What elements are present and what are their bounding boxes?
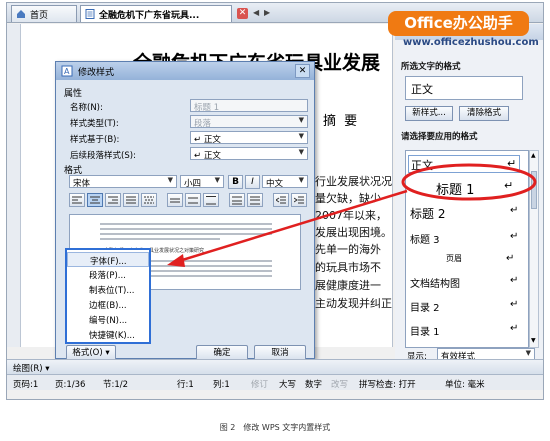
status-unit: 单位: 毫米 (445, 380, 485, 390)
status-spellcheck[interactable]: 拼写检查: 打开 (359, 378, 416, 390)
site-url: www.officezhushou.com (403, 37, 539, 48)
app-window: 首页 全融危机下广东省玩具... ✕ ◀ ▶ 全融危机下广东省玩具业发展 摘 要… (6, 2, 544, 400)
status-caps[interactable]: 大写 (279, 378, 296, 390)
site-logo: Office办公助手 (388, 11, 529, 36)
drawing-toolbar: 绘图(R) ▾ (7, 359, 543, 374)
status-section: 节:1/2 (103, 380, 129, 390)
arrow-head (167, 254, 185, 267)
figure-caption: 图 2 修改 WPS 文字内置样式 (219, 423, 331, 432)
status-page: 页:1/36 (55, 380, 86, 390)
annotation-arrow (178, 189, 408, 263)
status-col: 列:1 (213, 380, 230, 390)
draw-menu-button[interactable]: 绘图(R) ▾ (13, 364, 50, 374)
status-overwrite[interactable]: 改写 (331, 378, 348, 390)
highlight-ellipse (401, 163, 537, 201)
status-revision[interactable]: 修订 (251, 378, 268, 390)
status-bar: 页码:1 页:1/36 节:1/2 行:1 列:1 修订 大写 数字 改写 拼写… (7, 374, 543, 390)
status-num[interactable]: 数字 (305, 378, 322, 390)
status-page-code: 页码:1 (13, 380, 39, 390)
annotation-overlay (167, 163, 537, 267)
status-row: 行:1 (177, 380, 194, 390)
